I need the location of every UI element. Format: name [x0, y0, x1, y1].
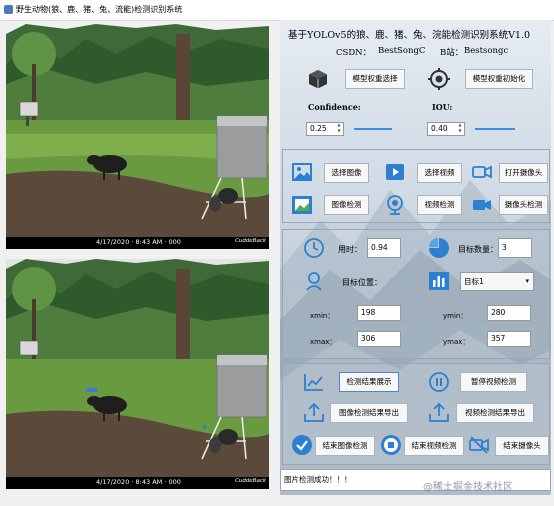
csdn-value: BestSongC — [378, 46, 426, 56]
picture-frame-icon — [292, 196, 312, 214]
xmax-label: xmax： — [310, 338, 337, 346]
end-video-button[interactable]: 结束视频检测 — [404, 436, 464, 456]
line-chart-icon — [304, 374, 323, 391]
target-select-value: 目标1 — [464, 277, 484, 286]
original-image-view: 4/17/2020 · 8:43 AM · 000 CuddeBack — [6, 24, 269, 249]
image-brand: CuddeBack — [235, 478, 267, 484]
image-icon — [292, 163, 312, 181]
confidence-label: Confidence: — [308, 102, 361, 112]
video-icon — [386, 164, 404, 180]
time-value: 0.94 — [367, 238, 401, 258]
xmax-value: 306 — [357, 331, 401, 347]
camera-off-icon — [469, 436, 489, 454]
image-timestamp: 4/17/2020 · 8:43 AM · 000 — [96, 478, 181, 486]
video-detect-button[interactable]: 视频检测 — [417, 195, 462, 215]
image-timestamp: 4/17/2020 · 8:43 AM · 000 — [96, 238, 181, 246]
status-message: 图片检测成功！！！ — [284, 475, 352, 484]
target-icon — [428, 68, 450, 90]
iou-slider[interactable] — [475, 128, 515, 130]
detection-image-view: 4/17/2020 · 8:43 AM · 000 CuddeBack — [6, 259, 269, 489]
image-brand: CuddeBack — [235, 238, 267, 244]
ymin-label: ymin： — [443, 312, 468, 320]
window-titlebar: 野生动物(狼、鹿、猪、兔、流能)检测识别系统 — [0, 0, 554, 21]
camera-detect-button[interactable]: 摄像头检测 — [499, 195, 548, 215]
csdn-label: CSDN： — [336, 48, 372, 58]
confidence-spin-arrows[interactable]: ▲ ▼ — [336, 122, 342, 135]
watermark: @稀土掘金技术社区 — [423, 482, 513, 493]
stop-icon — [381, 435, 401, 455]
xmin-value: 198 — [357, 305, 401, 321]
window-title: 野生动物(狼、鹿、猪、兔、流能)检测识别系统 — [16, 5, 183, 14]
show-results-button[interactable]: 检测结果展示 — [339, 372, 399, 392]
upload-icon — [429, 402, 449, 422]
cube-icon — [309, 70, 327, 89]
end-image-button[interactable]: 结束图像检测 — [315, 436, 375, 456]
xmin-label: xmin： — [310, 312, 335, 320]
confidence-slider[interactable] — [354, 128, 392, 130]
count-label: 目标数量： — [458, 245, 498, 254]
app-icon — [4, 5, 13, 14]
target-select[interactable]: 目标1 ▾ — [460, 272, 534, 291]
select-video-button[interactable]: 选择视频 — [417, 163, 462, 183]
model-init-button[interactable]: 模型权重初始化 — [465, 69, 533, 89]
ymax-label: ymax： — [443, 338, 470, 346]
check-icon — [292, 435, 312, 455]
open-camera-button[interactable]: 打开摄像头 — [499, 163, 548, 183]
pause-icon — [429, 372, 449, 392]
webcam-icon — [387, 195, 403, 215]
iou-spin-arrows[interactable]: ▲ ▼ — [457, 122, 463, 135]
upload-icon — [304, 402, 324, 422]
bar-chart-icon — [429, 272, 449, 290]
export-image-button[interactable]: 图像检测结果导出 — [330, 403, 408, 423]
video-camera-icon — [473, 200, 491, 210]
chevron-down-icon: ▾ — [525, 277, 529, 285]
clock-icon — [304, 238, 324, 258]
app-title: 基于YOLOv5的狼、鹿、猪、兔、浣能检测识别系统V1.0 — [288, 30, 531, 41]
location-icon — [306, 272, 322, 291]
camera-icon — [472, 165, 492, 179]
select-image-button[interactable]: 选择图像 — [324, 163, 369, 183]
end-camera-button[interactable]: 结束摄像头 — [495, 436, 549, 456]
iou-label: IOU: — [432, 102, 453, 112]
model-select-button[interactable]: 模型权重选择 — [345, 69, 405, 89]
bili-label: B站： — [440, 48, 464, 58]
ymax-value: 357 — [487, 331, 531, 347]
time-label: 用时： — [338, 245, 362, 254]
control-panel: 基于YOLOv5的狼、鹿、猪、兔、浣能检测识别系统V1.0 CSDN： Best… — [280, 20, 551, 495]
count-value: 3 — [498, 238, 532, 258]
pause-video-button[interactable]: 暂停视频检测 — [460, 372, 527, 392]
pie-chart-icon — [429, 238, 449, 258]
position-label: 目标位置： — [342, 278, 382, 287]
bili-value: Bestsongc — [464, 46, 509, 56]
export-video-button[interactable]: 视频检测结果导出 — [456, 403, 534, 423]
image-detect-button[interactable]: 图像检测 — [324, 195, 369, 215]
ymin-value: 280 — [487, 305, 531, 321]
